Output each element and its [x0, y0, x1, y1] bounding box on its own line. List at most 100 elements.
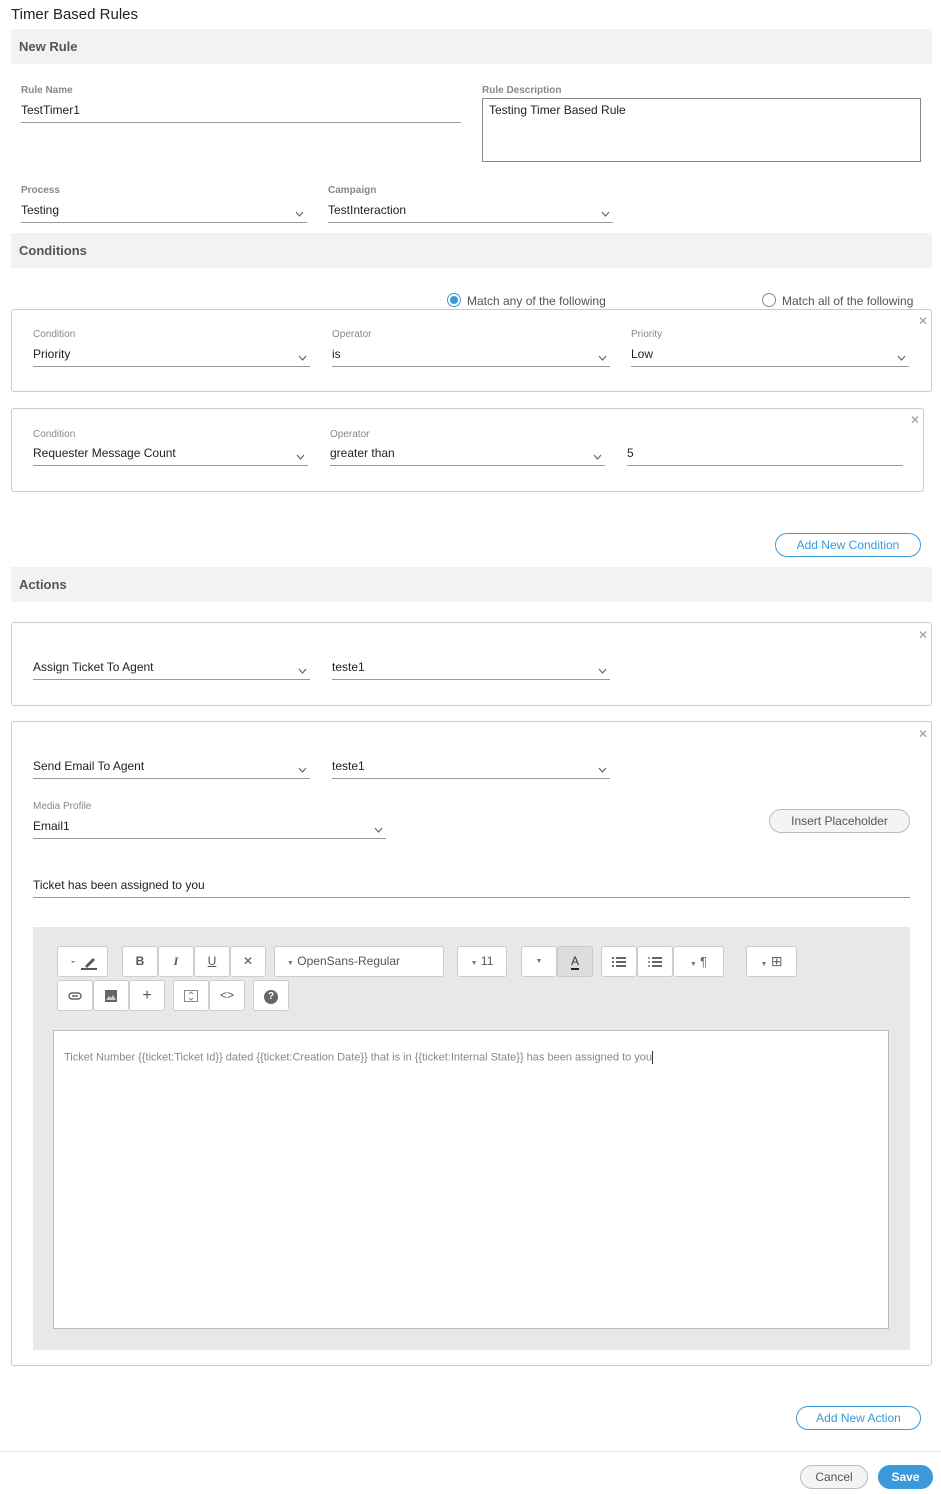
campaign-label: Campaign [328, 185, 377, 196]
section-header-conditions: Conditions [11, 233, 932, 268]
action-target-select[interactable]: teste1 [332, 657, 610, 680]
action-target-select[interactable]: teste1 [332, 756, 610, 779]
font-color-icon[interactable]: A [557, 946, 593, 977]
rule-name-input[interactable]: TestTimer1 [21, 100, 461, 123]
font-size-dropdown[interactable]: ▼ 11 [457, 946, 507, 977]
priority-select[interactable]: Low [631, 344, 909, 367]
action-type-value: Assign Ticket To Agent [33, 660, 154, 674]
bullet-list-icon[interactable] [601, 946, 637, 977]
caret-down-icon: ▼ [470, 960, 478, 967]
bold-icon[interactable]: B [122, 946, 158, 977]
section-header-actions: Actions [11, 567, 932, 602]
save-button[interactable]: Save [878, 1465, 933, 1489]
match-all-label: Match all of the following [782, 294, 914, 308]
condition-label: Condition [33, 429, 76, 440]
editor-body[interactable]: Ticket Number {{ticket:Ticket Id}} dated… [53, 1030, 889, 1329]
insert-placeholder-button[interactable]: Insert Placeholder [769, 809, 910, 833]
rule-description-textarea[interactable]: Testing Timer Based Rule [482, 98, 921, 162]
font-size-value: 11 [480, 954, 494, 968]
fullscreen-icon[interactable] [173, 980, 209, 1011]
image-icon[interactable] [93, 980, 129, 1011]
chevron-down-icon [598, 767, 607, 775]
editor-text: Ticket Number {{ticket:Ticket Id}} dated… [64, 1051, 653, 1064]
add-icon[interactable]: + [129, 980, 165, 1011]
italic-icon[interactable]: I [158, 946, 194, 977]
chevron-down-icon [298, 668, 307, 676]
chevron-down-icon [298, 767, 307, 775]
caret-down-icon: ▼ [287, 960, 294, 967]
email-subject-input[interactable]: Ticket has been assigned to you [33, 875, 910, 898]
help-icon[interactable]: ? [253, 980, 289, 1011]
chevron-down-icon [374, 827, 383, 835]
text-caret [652, 1051, 654, 1064]
match-all-radio[interactable] [762, 293, 776, 307]
rule-description-label: Rule Description [482, 85, 562, 96]
match-any-label: Match any of the following [467, 294, 606, 308]
action-type-select[interactable]: Send Email To Agent [33, 756, 310, 779]
close-icon[interactable]: ✕ [918, 314, 928, 328]
campaign-select[interactable]: TestInteraction [328, 200, 613, 223]
font-family-value: OpenSans-Regular [297, 954, 401, 968]
condition-value-input[interactable]: 5 [627, 443, 903, 466]
condition-select[interactable]: Priority [33, 344, 310, 367]
close-icon[interactable]: ✕ [918, 727, 928, 741]
paragraph-icon[interactable]: ▼ ¶ [673, 946, 724, 977]
priority-label: Priority [631, 329, 663, 340]
operator-value: greater than [330, 446, 395, 460]
media-profile-select[interactable]: Email1 [33, 816, 386, 839]
table-icon[interactable]: ▼ ⊞ [746, 946, 797, 977]
condition-card: ✕ Condition Requester Message Count Oper… [11, 408, 924, 492]
chevron-down-icon [598, 355, 607, 363]
chevron-down-icon [598, 668, 607, 676]
operator-select[interactable]: greater than [330, 443, 605, 466]
rich-text-editor: B I U ✕ ▼ OpenSans-Regular ▼ 11 ▼ A ▼ ¶ … [33, 927, 910, 1350]
operator-label: Operator [332, 329, 372, 340]
link-icon[interactable] [57, 980, 93, 1011]
color-dropdown-icon[interactable]: ▼ [521, 946, 557, 977]
editor-content[interactable]: Ticket Number {{ticket:Ticket Id}} dated… [64, 1051, 654, 1064]
condition-label: Condition [33, 329, 76, 340]
process-label: Process [21, 185, 60, 196]
chevron-down-icon [593, 454, 602, 462]
condition-card: ✕ Condition Priority Operator is Priorit… [11, 309, 932, 392]
action-target-value: teste1 [332, 759, 365, 773]
campaign-value: TestInteraction [328, 203, 407, 217]
condition-value: Requester Message Count [33, 446, 176, 460]
chevron-down-icon [897, 355, 906, 363]
media-profile-label: Media Profile [33, 801, 92, 812]
process-select[interactable]: Testing [21, 200, 307, 223]
condition-select[interactable]: Requester Message Count [33, 443, 308, 466]
operator-label: Operator [330, 429, 370, 440]
chevron-down-icon [295, 211, 304, 219]
chevron-down-icon [296, 454, 305, 462]
footer-divider [0, 1451, 941, 1452]
font-family-dropdown[interactable]: ▼ OpenSans-Regular [274, 946, 444, 977]
action-target-value: teste1 [332, 660, 365, 674]
close-icon[interactable]: ✕ [918, 628, 928, 642]
chevron-down-icon [298, 355, 307, 363]
action-type-select[interactable]: Assign Ticket To Agent [33, 657, 310, 680]
highlighter-icon[interactable] [57, 946, 108, 977]
close-icon[interactable]: ✕ [910, 413, 920, 427]
operator-value: is [332, 347, 341, 361]
underline-icon[interactable]: U [194, 946, 230, 977]
priority-value: Low [631, 347, 654, 361]
operator-select[interactable]: is [332, 344, 610, 367]
cancel-button[interactable]: Cancel [800, 1465, 868, 1489]
clear-format-icon[interactable]: ✕ [230, 946, 266, 977]
code-view-icon[interactable]: <> [209, 980, 245, 1011]
numbered-list-icon[interactable] [637, 946, 673, 977]
action-card: ✕ Send Email To Agent teste1 Media Profi… [11, 721, 932, 1366]
action-card: ✕ Assign Ticket To Agent teste1 [11, 622, 932, 706]
match-any-radio[interactable] [447, 293, 461, 307]
add-new-condition-button[interactable]: Add New Condition [775, 533, 921, 557]
section-header-new-rule: New Rule [11, 29, 932, 64]
add-new-action-button[interactable]: Add New Action [796, 1406, 921, 1430]
condition-value: Priority [33, 347, 71, 361]
rule-name-label: Rule Name [21, 85, 73, 96]
process-value: Testing [21, 203, 60, 217]
chevron-down-icon [601, 211, 610, 219]
media-profile-value: Email1 [33, 819, 70, 833]
action-type-value: Send Email To Agent [33, 759, 145, 773]
page-title: Timer Based Rules [11, 6, 138, 23]
